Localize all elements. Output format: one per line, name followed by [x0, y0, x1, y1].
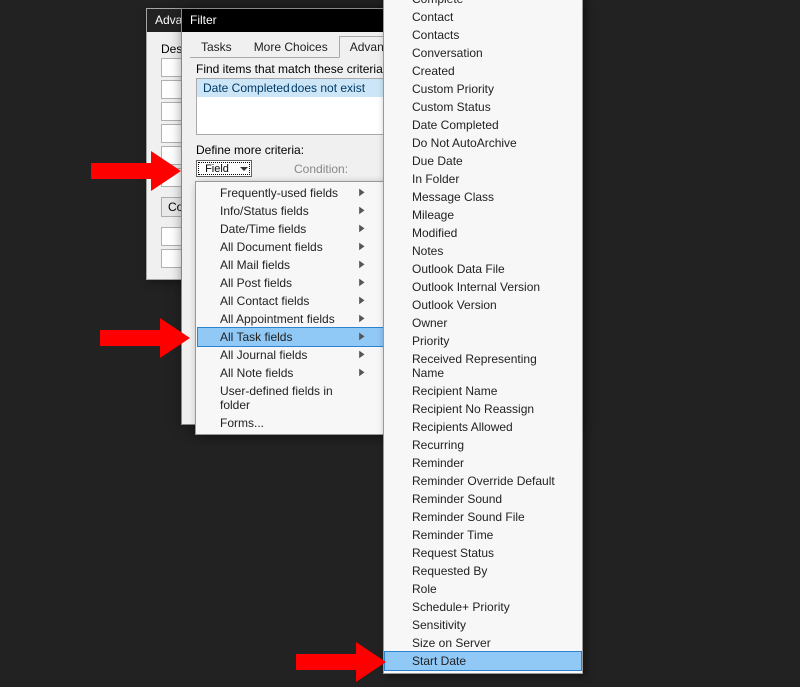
menu-item[interactable]: Schedule+ Priority: [384, 598, 582, 616]
menu-item[interactable]: Frequently-used fields ▶: [198, 184, 386, 202]
menu-item-label: Forms...: [220, 416, 264, 430]
menu-item[interactable]: Modified: [384, 224, 582, 242]
menu-item[interactable]: Custom Status: [384, 98, 582, 116]
menu-item-label: All Appointment fields: [220, 312, 335, 326]
chevron-right-icon: ▶: [359, 240, 364, 254]
menu-item[interactable]: All Appointment fields ▶: [198, 310, 386, 328]
chevron-down-icon: [238, 163, 249, 174]
menu-item[interactable]: Status: [384, 670, 582, 674]
menu-item-label: Info/Status fields: [220, 204, 309, 218]
chevron-right-icon: ▶: [359, 186, 364, 200]
menu-item-label: All Contact fields: [220, 294, 309, 308]
menu-item[interactable]: Reminder Override Default: [384, 472, 582, 490]
menu-item-label: All Task fields: [220, 330, 292, 344]
tab-more-choices[interactable]: More Choices: [243, 36, 339, 57]
grid-cell[interactable]: [161, 146, 183, 165]
condition-label: Condition:: [294, 162, 348, 176]
menu-item-label: All Journal fields: [220, 348, 307, 362]
grid-cell[interactable]: [161, 227, 183, 246]
menu-item[interactable]: Sensitivity: [384, 616, 582, 634]
menu-item[interactable]: Due Date: [384, 152, 582, 170]
grid-cell[interactable]: [161, 102, 183, 121]
grid-cell[interactable]: [161, 80, 183, 99]
menu-item[interactable]: Complete: [384, 0, 582, 8]
menu-item[interactable]: Forms...: [198, 414, 386, 432]
chevron-right-icon: ▶: [359, 294, 364, 308]
menu-item[interactable]: All Contact fields ▶: [198, 292, 386, 310]
menu-item[interactable]: Reminder: [384, 454, 582, 472]
menu-item[interactable]: All Document fields ▶: [198, 238, 386, 256]
menu-item-label: Frequently-used fields: [220, 186, 338, 200]
chevron-right-icon: ▶: [359, 312, 364, 326]
menu-item[interactable]: Recipient No Reassign: [384, 400, 582, 418]
menu-item[interactable]: Request Status: [384, 544, 582, 562]
menu-item[interactable]: Message Class: [384, 188, 582, 206]
chevron-right-icon: ▶: [359, 276, 364, 290]
menu-item-label: User-defined fields in folder: [220, 384, 366, 412]
menu-item[interactable]: Priority: [384, 332, 582, 350]
grid-cell[interactable]: [161, 168, 183, 187]
menu-item-label: All Document fields: [220, 240, 323, 254]
menu-item[interactable]: In Folder: [384, 170, 582, 188]
menu-item-label: All Note fields: [220, 366, 293, 380]
chevron-right-icon: ▶: [359, 330, 364, 344]
menu-item[interactable]: Contacts: [384, 26, 582, 44]
task-field-menu: CompleteContactContactsConversationCreat…: [383, 0, 583, 674]
menu-item[interactable]: Start Date: [384, 651, 582, 671]
menu-item[interactable]: Reminder Sound: [384, 490, 582, 508]
chevron-right-icon: ▶: [359, 348, 364, 362]
menu-item[interactable]: Reminder Sound File: [384, 508, 582, 526]
menu-item[interactable]: Outlook Data File: [384, 260, 582, 278]
menu-item-label: Date/Time fields: [220, 222, 306, 236]
field-button-label: Field: [205, 163, 229, 175]
menu-item[interactable]: Date Completed: [384, 116, 582, 134]
menu-item[interactable]: Mileage: [384, 206, 582, 224]
chevron-right-icon: ▶: [359, 258, 364, 272]
menu-item[interactable]: Outlook Internal Version: [384, 278, 582, 296]
menu-item[interactable]: User-defined fields in folder: [198, 382, 386, 414]
menu-item[interactable]: Conversation: [384, 44, 582, 62]
menu-item[interactable]: All Note fields ▶: [198, 364, 386, 382]
menu-item-label: All Mail fields: [220, 258, 290, 272]
menu-item[interactable]: Notes: [384, 242, 582, 260]
menu-item[interactable]: Received Representing Name: [384, 350, 582, 382]
grid-cell[interactable]: [161, 124, 183, 143]
annotation-arrow-start-date: [296, 642, 392, 682]
chevron-right-icon: ▶: [359, 366, 364, 380]
menu-item[interactable]: Owner: [384, 314, 582, 332]
grid-cell[interactable]: [161, 249, 183, 268]
menu-item[interactable]: Requested By: [384, 562, 582, 580]
menu-item[interactable]: All Mail fields ▶: [198, 256, 386, 274]
field-dropdown-button[interactable]: Field: [196, 160, 252, 177]
menu-item[interactable]: Do Not AutoArchive: [384, 134, 582, 152]
grid-cell[interactable]: [161, 58, 183, 77]
menu-item[interactable]: All Task fields ▶: [197, 327, 387, 347]
menu-item[interactable]: Custom Priority: [384, 80, 582, 98]
criteria-field: Date Completed: [203, 81, 291, 95]
menu-item[interactable]: All Journal fields ▶: [198, 346, 386, 364]
menu-item[interactable]: Info/Status fields ▶: [198, 202, 386, 220]
menu-item[interactable]: All Post fields ▶: [198, 274, 386, 292]
menu-item[interactable]: Role: [384, 580, 582, 598]
tab-tasks[interactable]: Tasks: [190, 36, 243, 57]
menu-item[interactable]: Recipients Allowed: [384, 418, 582, 436]
menu-item[interactable]: Reminder Time: [384, 526, 582, 544]
criteria-op: does not exist: [291, 81, 365, 95]
menu-item[interactable]: Recurring: [384, 436, 582, 454]
chevron-right-icon: ▶: [359, 222, 364, 236]
field-category-menu: Frequently-used fields▶Info/Status field…: [195, 181, 389, 435]
menu-item[interactable]: Recipient Name: [384, 382, 582, 400]
menu-item[interactable]: Created: [384, 62, 582, 80]
chevron-right-icon: ▶: [359, 204, 364, 218]
menu-item[interactable]: Outlook Version: [384, 296, 582, 314]
menu-item[interactable]: Contact: [384, 8, 582, 26]
menu-item[interactable]: Size on Server: [384, 634, 582, 652]
menu-item-label: All Post fields: [220, 276, 292, 290]
menu-item[interactable]: Date/Time fields ▶: [198, 220, 386, 238]
